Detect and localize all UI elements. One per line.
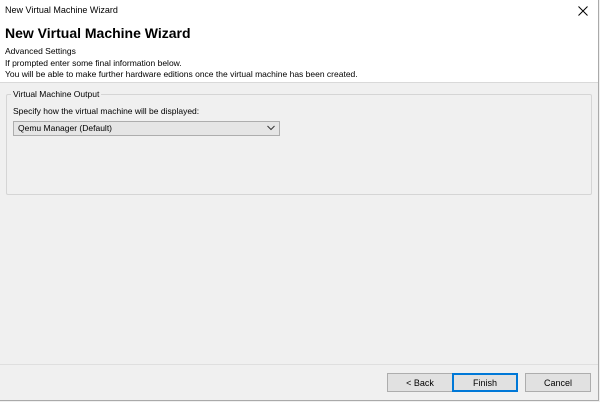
footer-divider: [0, 364, 598, 365]
window-title: New Virtual Machine Wizard: [5, 5, 118, 15]
wizard-title: New Virtual Machine Wizard: [5, 25, 191, 41]
back-button-label: < Back: [406, 377, 434, 388]
output-groupbox: Virtual Machine Output Specify how the v…: [6, 89, 592, 195]
cancel-button-label: Cancel: [543, 377, 572, 388]
instruction-line-2: You will be able to make further hardwar…: [5, 69, 358, 79]
display-select-value: Qemu Manager (Default): [18, 123, 113, 133]
wizard-window: New Virtual Machine Wizard New Virtual M…: [0, 0, 599, 401]
finish-button-label: Finish: [472, 377, 497, 388]
wizard-header: New Virtual Machine Wizard Advanced Sett…: [0, 22, 598, 83]
display-field-label: Specify how the virtual machine will be …: [13, 106, 200, 116]
cancel-button[interactable]: Cancel: [525, 373, 591, 392]
step-subtitle: Advanced Settings: [5, 46, 76, 56]
groupbox-legend: Virtual Machine Output: [11, 89, 102, 99]
instruction-line-1: If prompted enter some final information…: [5, 58, 182, 68]
finish-button[interactable]: Finish: [452, 373, 518, 392]
close-button[interactable]: [568, 0, 598, 22]
back-button[interactable]: < Back: [387, 373, 453, 392]
chevron-down-icon: [267, 125, 275, 131]
title-bar: New Virtual Machine Wizard: [0, 0, 598, 22]
display-select[interactable]: Qemu Manager (Default): [13, 121, 280, 136]
close-icon: [578, 6, 588, 16]
